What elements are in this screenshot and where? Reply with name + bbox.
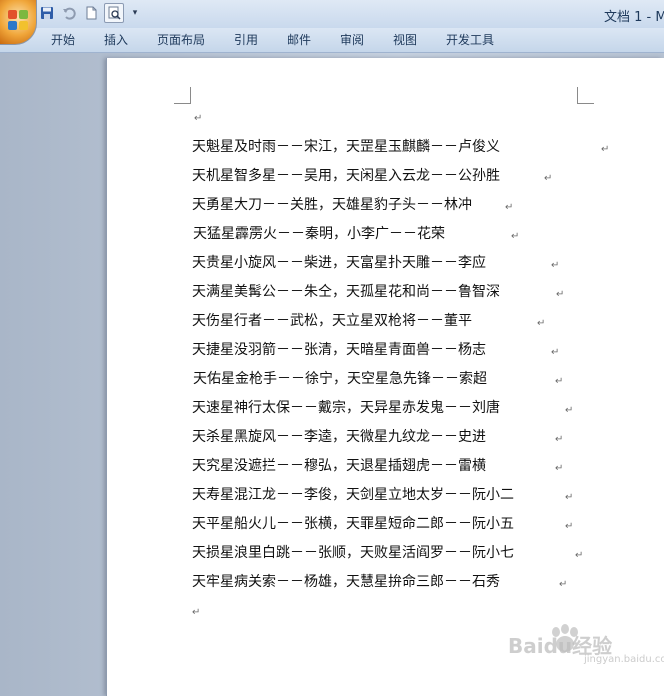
paragraph-mark: ↵	[544, 173, 553, 184]
text-line: 天勇星大刀－－关胜，天雄星豹子头－－林冲	[192, 197, 472, 213]
text-line: 天寿星混江龙－－李俊，天剑星立地太岁－－阮小二	[192, 487, 514, 503]
paragraph-mark: ↵	[601, 144, 610, 155]
new-document-icon[interactable]	[82, 4, 100, 22]
save-icon[interactable]	[38, 4, 56, 22]
paragraph-mark: ↵	[555, 376, 564, 387]
tab-developer[interactable]: 开发工具	[446, 31, 494, 48]
paragraph-mark: ↵	[551, 260, 560, 271]
text-line: 天机星智多星－－吴用，天闲星入云龙－－公孙胜	[192, 168, 500, 184]
paragraph-mark: ↵	[194, 113, 203, 124]
text-line: 天贵星小旋风－－柴进，天富星扑天雕－－李应	[192, 255, 486, 271]
text-line: 天究星没遮拦－－穆弘，天退星插翅虎－－雷横	[192, 458, 486, 474]
tab-references[interactable]: 引用	[234, 31, 258, 48]
customize-arrow-icon[interactable]: ▾	[128, 4, 142, 22]
crop-mark-top-right	[577, 87, 594, 104]
paragraph-mark: ↵	[551, 347, 560, 358]
paragraph-mark: ↵	[537, 318, 546, 329]
text-line: 天损星浪里白跳－－张顺，天败星活阎罗－－阮小七	[192, 545, 514, 561]
paragraph-mark: ↵	[555, 463, 564, 474]
text-line: 天魁星及时雨－－宋江，天罡星玉麒麟－－卢俊义	[192, 139, 500, 155]
ribbon-tab-bar: 开始 插入 页面布局 引用 邮件 审阅 视图 开发工具	[0, 28, 664, 53]
paragraph-mark: ↵	[575, 550, 584, 561]
text-line: 天猛星霹雳火－－秦明，小李广－－花荣	[193, 226, 445, 242]
paw-icon	[552, 624, 578, 652]
text-line: 天速星神行太保－－戴宗，天异星赤发鬼－－刘唐	[192, 400, 500, 416]
print-preview-icon[interactable]	[104, 3, 124, 23]
paragraph-mark: ↵	[192, 607, 201, 618]
title-bar: ▾ 文档 1 - M	[0, 0, 664, 28]
paragraph-mark: ↵	[559, 579, 568, 590]
baidu-watermark: Baidu经验 jingyan.baidu.com	[508, 624, 664, 668]
paragraph-mark: ↵	[565, 492, 574, 503]
text-line: 天杀星黑旋风－－李逵，天微星九纹龙－－史进	[192, 429, 486, 445]
paragraph-mark: ↵	[556, 289, 565, 300]
tab-review[interactable]: 审阅	[340, 31, 364, 48]
text-line: 天平星船火儿－－张横，天罪星短命二郎－－阮小五	[192, 516, 514, 532]
paragraph-mark: ↵	[555, 434, 564, 445]
tab-mailings[interactable]: 邮件	[287, 31, 311, 48]
window-title: 文档 1 - M	[604, 10, 664, 25]
text-line: 天满星美髯公－－朱仝，天孤星花和尚－－鲁智深	[192, 284, 500, 300]
quick-access-toolbar: ▾	[38, 3, 142, 23]
tab-view[interactable]: 视图	[393, 31, 417, 48]
text-line: 天佑星金枪手－－徐宁，天空星急先锋－－索超	[193, 371, 487, 387]
text-line: 天伤星行者－－武松，天立星双枪将－－董平	[192, 313, 472, 329]
undo-icon[interactable]	[60, 4, 78, 22]
watermark-subtext: jingyan.baidu.com	[584, 654, 664, 665]
paragraph-mark: ↵	[511, 231, 520, 242]
paragraph-mark: ↵	[565, 521, 574, 532]
office-logo-icon	[8, 10, 28, 30]
crop-mark-top-left	[174, 87, 191, 104]
text-line: 天捷星没羽箭－－张清，天暗星青面兽－－杨志	[192, 342, 486, 358]
paragraph-mark: ↵	[505, 202, 514, 213]
tab-insert[interactable]: 插入	[104, 31, 128, 48]
text-line: 天牢星病关索－－杨雄，天慧星拚命三郎－－石秀	[192, 574, 500, 590]
tab-home[interactable]: 开始	[51, 31, 75, 48]
tab-page-layout[interactable]: 页面布局	[157, 31, 205, 48]
paragraph-mark: ↵	[565, 405, 574, 416]
